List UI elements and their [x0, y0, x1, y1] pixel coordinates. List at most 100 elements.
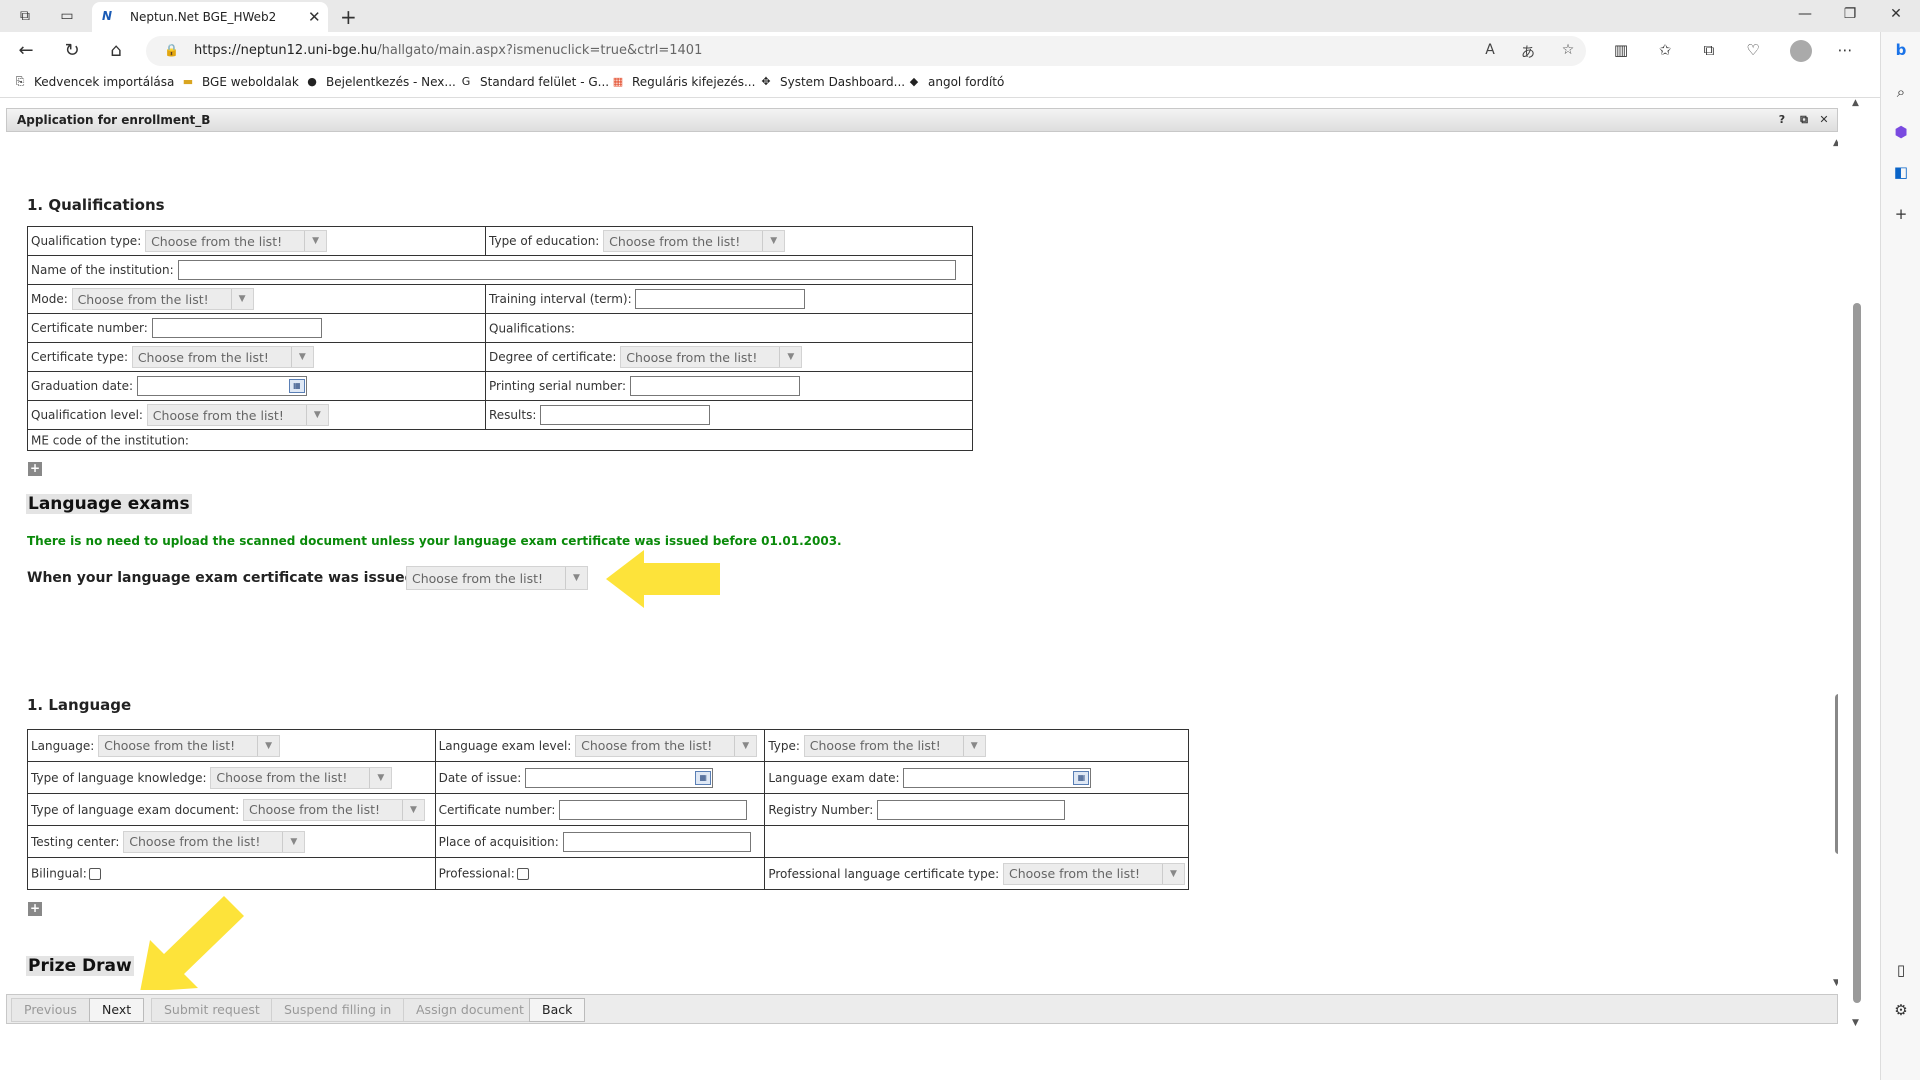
- knowledge-type-label: Type of language knowledge:: [31, 770, 207, 785]
- favorite-standard[interactable]: G Standard felület - G...: [458, 75, 609, 89]
- scroll-down-icon[interactable]: ▼: [1833, 978, 1838, 988]
- split-screen-icon[interactable]: ▥: [1610, 41, 1632, 59]
- new-tab-icon[interactable]: +: [340, 5, 357, 29]
- panel-close-icon[interactable]: ✕: [1817, 113, 1831, 126]
- popout-icon[interactable]: ⧉: [1797, 113, 1811, 127]
- page-scroll-down-icon[interactable]: ▼: [1852, 1018, 1859, 1028]
- results-field[interactable]: [540, 405, 711, 425]
- restore-icon[interactable]: ❐: [1840, 6, 1860, 22]
- type-of-education-select[interactable]: Choose from the list! ▼: [603, 230, 786, 252]
- favorite-translator[interactable]: ◆ angol fordító: [906, 75, 1005, 89]
- scroll-up-icon[interactable]: ▲: [1833, 138, 1838, 148]
- calendar-icon[interactable]: ▦: [695, 770, 712, 785]
- type-label: Type:: [768, 738, 800, 753]
- certificate-issued-question: When your language exam certificate was …: [27, 570, 423, 586]
- printing-serial-field[interactable]: [629, 376, 800, 396]
- suspend-filling-button[interactable]: Suspend filling in: [271, 998, 405, 1022]
- back-button[interactable]: Back: [529, 998, 586, 1022]
- registry-number-label: Registry Number:: [768, 802, 874, 817]
- training-interval-field[interactable]: [635, 289, 806, 309]
- language-heading: 1. Language: [27, 696, 132, 714]
- form-footer: Previous Next Submit request Suspend fil…: [6, 994, 1838, 1024]
- help-icon[interactable]: ?: [1775, 113, 1789, 126]
- collections-icon[interactable]: ⧉: [1698, 41, 1720, 59]
- select-value: Choose from the list!: [581, 738, 713, 753]
- professional-checkbox[interactable]: [516, 867, 529, 880]
- select-value: Choose from the list!: [216, 770, 348, 785]
- previous-button[interactable]: Previous: [11, 998, 90, 1022]
- home-icon[interactable]: ⌂: [104, 40, 128, 62]
- search-icon[interactable]: ⌕: [1891, 82, 1911, 102]
- translate-icon[interactable]: あ: [1518, 42, 1538, 62]
- office-icon[interactable]: ⬢: [1891, 122, 1911, 142]
- professional-cert-type-select[interactable]: Choose from the list! ▼: [1003, 862, 1185, 885]
- content-scrollbar[interactable]: ▲ ▼: [1832, 134, 1838, 990]
- add-language-button[interactable]: +: [28, 902, 42, 916]
- refresh-icon[interactable]: ↻: [60, 40, 84, 62]
- back-arrow-icon[interactable]: ←: [14, 40, 38, 62]
- page: Application for enrollment_B ? ⧉ ✕ 1. Qu…: [0, 98, 1880, 1080]
- certificate-issued-select[interactable]: Choose from the list! ▼: [406, 566, 588, 590]
- exam-date-field[interactable]: ▦: [903, 767, 1092, 788]
- add-qualification-button[interactable]: +: [28, 462, 42, 476]
- type-select[interactable]: Choose from the list! ▼: [803, 734, 986, 757]
- page-scrollbar[interactable]: ▲ ▼: [1850, 98, 1864, 1030]
- submit-request-button[interactable]: Submit request: [151, 998, 273, 1022]
- language-select[interactable]: Choose from the list! ▼: [98, 734, 281, 757]
- window-close-icon[interactable]: ✕: [1886, 6, 1906, 22]
- registry-number-field[interactable]: [877, 799, 1066, 820]
- graduation-date-field[interactable]: ▦: [136, 376, 307, 396]
- tab-neptun[interactable]: N Neptun.Net BGE_HWeb2 ✕: [92, 2, 328, 32]
- certificate-type-select[interactable]: Choose from the list! ▼: [131, 346, 314, 368]
- tab-close-icon[interactable]: ✕: [308, 8, 328, 26]
- certificate-number-field[interactable]: [151, 318, 322, 338]
- tab-actions-icon[interactable]: ▭: [58, 7, 76, 25]
- qualification-level-select[interactable]: Choose from the list! ▼: [146, 404, 329, 426]
- printing-serial-label: Printing serial number:: [489, 379, 627, 393]
- url-field[interactable]: 🔒 https://neptun12.uni-bge.hu/hallgato/m…: [146, 36, 1586, 66]
- calendar-icon[interactable]: ▦: [288, 379, 305, 393]
- browser-essentials-icon[interactable]: ♡: [1742, 41, 1764, 59]
- more-menu-icon[interactable]: ⋯: [1834, 41, 1856, 59]
- date-of-issue-field[interactable]: ▦: [525, 767, 714, 788]
- copilot-icon[interactable]: b: [1891, 40, 1911, 60]
- knowledge-type-select[interactable]: Choose from the list! ▼: [210, 766, 393, 789]
- page-scroll-up-icon[interactable]: ▲: [1852, 98, 1859, 108]
- language-exams-heading: Language exams: [26, 494, 192, 514]
- favorite-login[interactable]: ● Bejelentkezés - Nex...: [304, 75, 456, 89]
- minimize-icon[interactable]: —: [1795, 6, 1815, 22]
- bilingual-checkbox[interactable]: [88, 867, 101, 880]
- institution-name-field[interactable]: [177, 260, 956, 280]
- calendar-icon[interactable]: ▦: [1073, 770, 1090, 785]
- favorites-icon[interactable]: ✩: [1654, 41, 1676, 59]
- degree-of-certificate-select[interactable]: Choose from the list! ▼: [620, 346, 803, 368]
- favorite-regex[interactable]: ▦ Reguláris kifejezés...: [610, 75, 756, 89]
- select-value: Choose from the list!: [129, 834, 261, 849]
- settings-gear-icon[interactable]: ⚙: [1891, 1000, 1911, 1020]
- profile-avatar[interactable]: [1790, 40, 1812, 62]
- add-sidebar-icon[interactable]: +: [1891, 204, 1911, 224]
- favorite-import[interactable]: ⎘ Kedvencek importálása: [12, 75, 175, 89]
- favorite-star-icon[interactable]: ☆: [1558, 42, 1578, 58]
- training-interval-label: Training interval (term):: [489, 292, 632, 306]
- sidebar-toggle-icon[interactable]: ▯: [1891, 960, 1911, 980]
- lang-certificate-number-label: Certificate number:: [438, 802, 556, 817]
- favorite-bge-folder[interactable]: ▬ BGE weboldalak: [180, 75, 299, 89]
- place-of-acquisition-field[interactable]: [562, 831, 751, 852]
- favorite-dashboard[interactable]: ✥ System Dashboard...: [758, 75, 905, 89]
- mode-select[interactable]: Choose from the list! ▼: [71, 288, 254, 310]
- exam-level-select[interactable]: Choose from the list! ▼: [575, 734, 758, 757]
- read-aloud-icon[interactable]: A: [1480, 42, 1500, 58]
- page-scroll-thumb[interactable]: [1853, 303, 1861, 1003]
- testing-center-select[interactable]: Choose from the list! ▼: [123, 830, 306, 853]
- outlook-icon[interactable]: ◧: [1891, 162, 1911, 182]
- exam-document-select[interactable]: Choose from the list! ▼: [243, 798, 425, 821]
- workspaces-icon[interactable]: ⧉: [16, 7, 34, 25]
- select-value: Choose from the list!: [609, 233, 741, 249]
- qualification-type-select[interactable]: Choose from the list! ▼: [145, 230, 328, 252]
- lang-certificate-number-field[interactable]: [559, 799, 748, 820]
- scroll-thumb[interactable]: [1835, 694, 1838, 854]
- assign-document-button[interactable]: Assign document: [403, 998, 537, 1022]
- edge-sidebar: b ⌕ ⬢ ◧ + ▯ ⚙: [1880, 32, 1920, 1080]
- next-button[interactable]: Next: [89, 998, 145, 1022]
